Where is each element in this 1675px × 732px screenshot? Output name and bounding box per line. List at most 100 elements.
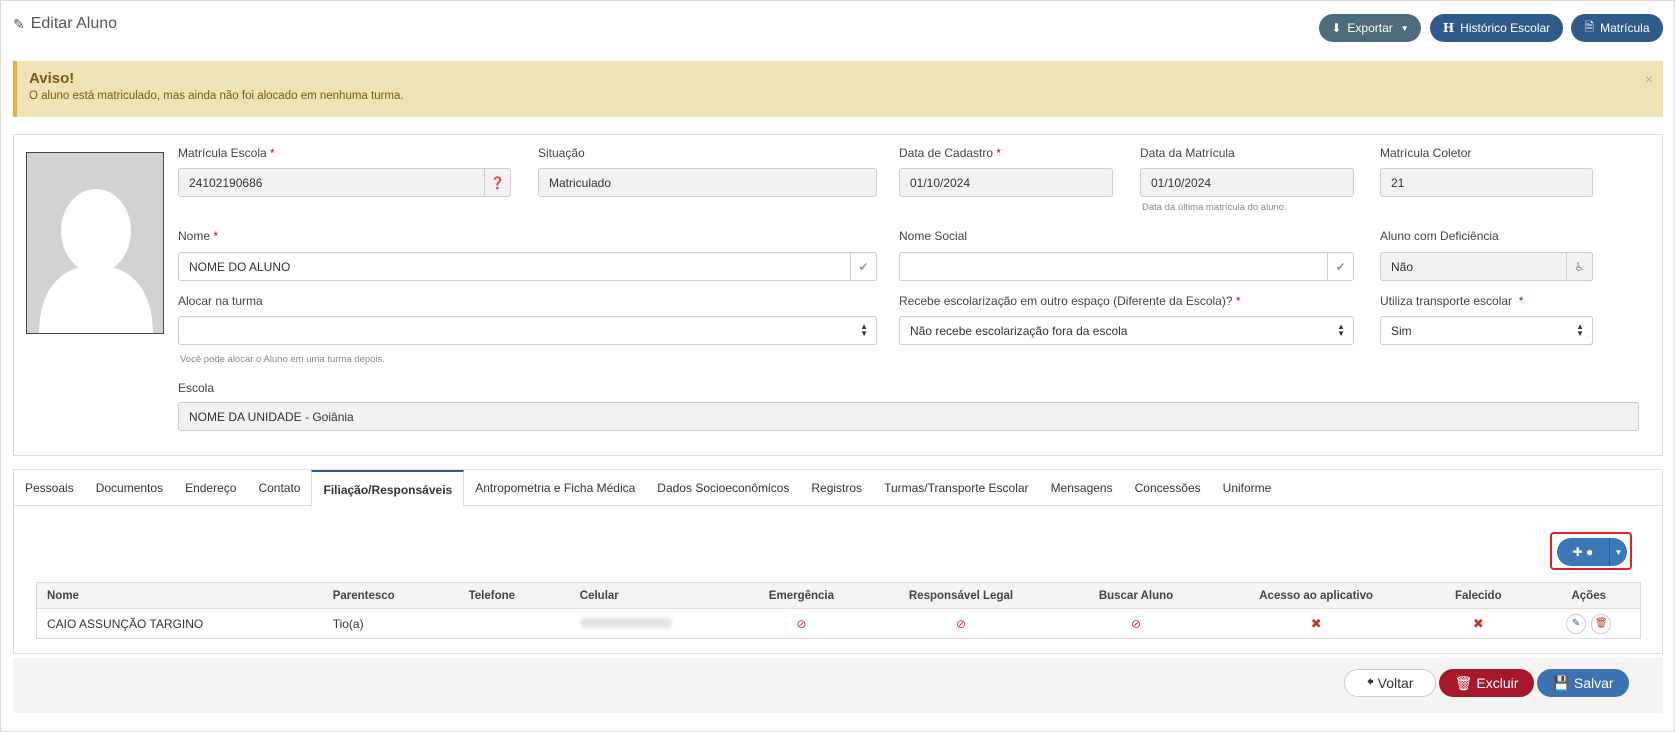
matricula-button[interactable]: 🗎 Matrícula [1571, 14, 1663, 42]
tab-turmas-transporte-escolar[interactable]: Turmas/Transporte Escolar [873, 470, 1040, 506]
add-user-icon: ✚ ● [1572, 545, 1594, 559]
caret-down-icon: ▼ [1400, 23, 1409, 33]
cell-parentesco: Tio(a) [332, 616, 364, 631]
data-matricula-hint: Data da última matrícula do aluno. [1142, 202, 1287, 213]
col-celular: Celular [569, 582, 740, 609]
nome-label: Nome * [178, 229, 219, 243]
page-title-text: Editar Aluno [30, 15, 118, 32]
data-cadastro-label: Data de Cadastro * [899, 146, 1002, 160]
voltar-label: Voltar [1377, 675, 1414, 691]
situacao-field[interactable]: Matriculado [538, 168, 877, 197]
cell-telefone [459, 609, 570, 639]
data-matricula-value: 01/10/2024 [1151, 175, 1212, 190]
ban-icon: ⊘ [796, 616, 807, 631]
blurred-phone [579, 617, 672, 628]
excluir-label: Excluir [1476, 675, 1519, 691]
matricula-escola-value: 24102190686 [189, 175, 263, 190]
historico-label: Histórico Escolar [1460, 21, 1551, 35]
col-telefone: Telefone [458, 582, 570, 609]
voltar-button[interactable]: 🠸 Voltar [1344, 669, 1436, 697]
salvar-button[interactable]: 💾 Salvar [1537, 669, 1629, 697]
col-acoes: Ações [1537, 582, 1641, 609]
cell-celular [570, 609, 740, 639]
check-icon: ✔ [850, 253, 876, 280]
responsaveis-table: Nome Parentesco Telefone Celular Emergên… [36, 582, 1641, 639]
tab-pessoais[interactable]: Pessoais [14, 470, 85, 506]
alocar-turma-hint: Você pode alocar o Aluno em uma turma de… [180, 354, 385, 365]
deficiencia-field[interactable]: Não ♿ [1380, 252, 1593, 281]
tab-mensagens[interactable]: Mensagens [1040, 470, 1124, 506]
situacao-label: Situação [538, 146, 585, 160]
select-arrows-icon: ▲ ▼ [1337, 322, 1345, 338]
escola-field[interactable]: NOME DA UNIDADE - Goiânia [178, 402, 1639, 431]
page-title: ✎ Editar Aluno [13, 15, 117, 33]
matricula-label: Matrícula [1600, 21, 1650, 35]
tab-dados-socioeconomicos[interactable]: Dados Socioeconômicos [646, 470, 800, 506]
ban-icon: ⊘ [1130, 616, 1142, 631]
trash-icon: 🗑 [1454, 674, 1473, 691]
table-header-row: Nome Parentesco Telefone Celular Emergên… [36, 582, 1641, 609]
matricula-coletor-value: 21 [1391, 175, 1405, 190]
cell-nome: CAIO ASSUNÇÃO TARGINO [47, 616, 204, 631]
historico-escolar-button[interactable]: H Histórico Escolar [1430, 14, 1563, 42]
select-arrows-icon: ▲ ▼ [1576, 322, 1584, 338]
add-responsavel-button[interactable]: ✚ ● ▼ [1557, 538, 1627, 566]
escolarizacao-label: Recebe escolarização em outro espaço (Di… [899, 294, 1241, 308]
ban-icon: ⊘ [955, 616, 966, 631]
matricula-escola-field[interactable]: 24102190686 ❓ [178, 168, 511, 197]
data-cadastro-field[interactable]: 01/10/2024 [899, 168, 1113, 197]
escolarizacao-select[interactable]: Não recebe escolarização fora da escola … [899, 316, 1354, 345]
tab-documentos[interactable]: Documentos [85, 470, 174, 506]
data-matricula-field[interactable]: 01/10/2024 [1140, 168, 1354, 197]
col-nome: Nome [36, 582, 323, 609]
arrow-left-icon: 🠸 [1366, 673, 1374, 689]
col-emergencia: Emergência [739, 582, 864, 609]
tab-concessoes[interactable]: Concessões [1124, 470, 1212, 506]
tab-uniforme[interactable]: Uniforme [1212, 470, 1283, 506]
cell-responsavel-legal: ⊘ [863, 609, 1059, 639]
edit-icon: ✎ [13, 15, 25, 32]
header-h-icon: H [1442, 21, 1455, 35]
alocar-turma-select[interactable]: ▲ ▼ [178, 316, 877, 345]
matricula-coletor-field[interactable]: 21 [1380, 168, 1593, 197]
close-icon[interactable]: × [1645, 71, 1653, 87]
data-matricula-label: Data da Matrícula [1140, 146, 1235, 160]
table-row: CAIO ASSUNÇÃO TARGINO Tio(a) ⊘ ⊘ ⊘ ✖ ✖ ✎… [37, 609, 1641, 639]
col-responsavel-legal: Responsável Legal [863, 582, 1059, 609]
alocar-turma-label: Alocar na turma [178, 294, 263, 308]
check-icon: ✔ [1327, 253, 1353, 280]
help-icon[interactable]: ❓ [484, 169, 510, 196]
excluir-button[interactable]: 🗑 Excluir [1439, 669, 1534, 697]
tab-registros[interactable]: Registros [800, 470, 873, 506]
col-acesso-aplicativo: Acesso ao aplicativo [1213, 582, 1420, 609]
student-photo[interactable] [26, 152, 164, 334]
tab-endereco[interactable]: Endereço [174, 470, 247, 506]
times-icon: ✖ [1472, 615, 1484, 631]
wheelchair-icon: ♿ [1566, 253, 1592, 280]
nome-social-field[interactable]: ✔ [899, 252, 1354, 281]
tab-contato[interactable]: Contato [247, 470, 311, 506]
escola-label: Escola [178, 381, 215, 395]
tab-antropometria-e-ficha-medica[interactable]: Antropometria e Ficha Médica [464, 470, 646, 506]
export-button[interactable]: ⬇ Exportar ▼ [1319, 14, 1421, 42]
caret-down-icon[interactable]: ▼ [1609, 538, 1627, 566]
save-icon: 💾 [1552, 674, 1570, 691]
delete-row-button[interactable]: 🗑 [1591, 613, 1612, 634]
nome-field[interactable]: NOME DO ALUNO ✔ [178, 252, 877, 281]
escolarizacao-value: Não recebe escolarização fora da escola [910, 323, 1128, 338]
nome-value: NOME DO ALUNO [189, 259, 291, 274]
cell-acesso-aplicativo: ✖ [1213, 609, 1419, 639]
nome-social-label: Nome Social [899, 229, 968, 243]
col-buscar-aluno: Buscar Aluno [1058, 582, 1214, 609]
tab-filiacao-responsaveis[interactable]: Filiação/Responsáveis [311, 470, 465, 507]
warning-alert: Aviso! O aluno está matriculado, mas ain… [13, 61, 1663, 117]
tab-bar: Pessoais Documentos Endereço Contato Filiaçã… [14, 470, 1662, 507]
transporte-select[interactable]: Sim ▲ ▼ [1380, 316, 1593, 345]
deficiencia-value: Não [1391, 259, 1414, 274]
times-icon: ✖ [1310, 615, 1322, 631]
data-cadastro-value: 01/10/2024 [910, 175, 971, 190]
cell-acoes: ✎ 🗑 [1537, 609, 1640, 639]
transporte-value: Sim [1391, 323, 1412, 338]
edit-row-button[interactable]: ✎ [1566, 613, 1587, 634]
alert-text: O aluno está matriculado, mas ainda não … [29, 90, 404, 102]
